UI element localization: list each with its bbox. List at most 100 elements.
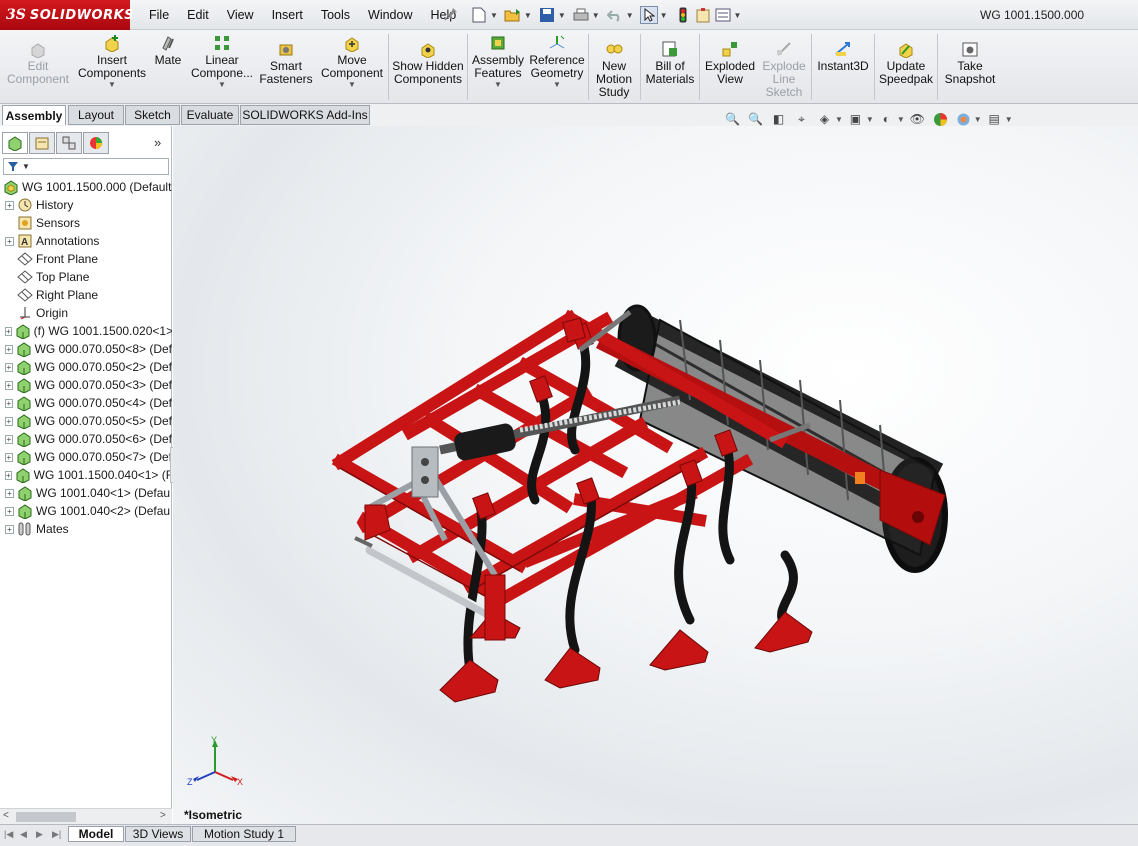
expand-icon[interactable]: + [5, 470, 12, 480]
select-dropdown-icon[interactable]: ▼ [660, 11, 668, 20]
tree-item[interactable]: + WG 000.070.050<7> (Def [0, 448, 172, 466]
pin-icon[interactable] [444, 7, 458, 21]
scroll-left-icon[interactable]: < [3, 810, 9, 821]
assembly-features-button[interactable]: Assembly Features ▼ [470, 34, 526, 89]
expand-icon[interactable]: + [5, 416, 13, 426]
tree-item[interactable]: + WG 000.070.050<4> (Def [0, 394, 172, 412]
scroll-right-icon[interactable]: > [160, 810, 166, 821]
tree-root-assembly[interactable]: WG 1001.1500.000 (Default< [0, 178, 172, 196]
move-component-dropdown-icon[interactable]: ▼ [348, 81, 356, 89]
tree-item[interactable]: + WG 1001.1500.040<1> (F [0, 466, 172, 484]
show-hidden-components-button[interactable]: Show Hidden Components [392, 40, 464, 86]
move-component-button[interactable]: Move Component ▼ [318, 34, 386, 89]
update-speedpak-button[interactable]: Update Speedpak [877, 40, 935, 86]
expand-icon[interactable]: + [5, 326, 12, 336]
insert-components-button[interactable]: Insert Components ▼ [78, 34, 146, 89]
expand-icon[interactable]: + [5, 452, 13, 462]
featuremanager-tab-icon[interactable] [2, 132, 28, 154]
apply-scene-icon[interactable] [955, 111, 972, 128]
menu-window[interactable]: Window [359, 8, 421, 22]
tree-item[interactable]: + WG 1001.040<2> (Defau [0, 502, 172, 520]
tab-3d-views[interactable]: 3D Views [125, 826, 191, 842]
previous-view-icon[interactable]: ◧ [770, 111, 787, 128]
first-tab-icon[interactable]: |◀ [4, 829, 13, 840]
last-tab-icon[interactable]: ▶| [52, 829, 61, 840]
edit-component-button[interactable]: Edit Component [6, 40, 70, 86]
tree-item[interactable]: + WG 000.070.050<6> (Def [0, 430, 172, 448]
undo-icon[interactable] [606, 6, 624, 24]
expand-icon[interactable]: + [5, 380, 13, 390]
more-tabs-icon[interactable]: » [154, 135, 161, 150]
print-dropdown-icon[interactable]: ▼ [592, 11, 600, 20]
insert-components-dropdown-icon[interactable]: ▼ [108, 81, 116, 89]
exploded-view-button[interactable]: Exploded View [702, 40, 758, 86]
dynamic-annotation-icon[interactable]: ◈ [816, 111, 833, 128]
hide-show-items-icon[interactable]: 👁 [909, 111, 926, 128]
zoom-to-area-icon[interactable]: 🔍 [747, 111, 764, 128]
open-icon[interactable] [504, 6, 522, 24]
tree-item[interactable]: + WG 000.070.050<3> (Def [0, 376, 172, 394]
display-style-icon[interactable]: ◐ [878, 111, 895, 128]
expand-icon[interactable]: + [5, 398, 13, 408]
scrollbar-thumb[interactable] [16, 812, 76, 822]
view-orientation-dropdown-icon[interactable]: ▼ [866, 115, 874, 124]
solidworks-logo[interactable]: 3S SOLIDWORKS [0, 0, 134, 30]
print-icon[interactable] [572, 6, 590, 24]
undo-dropdown-icon[interactable]: ▼ [626, 11, 634, 20]
open-dropdown-icon[interactable]: ▼ [524, 11, 532, 20]
tree-item[interactable]: + WG 1001.040<1> (Defau [0, 484, 172, 502]
tree-horizontal-scrollbar[interactable]: < > [0, 808, 172, 824]
new-icon[interactable] [470, 6, 488, 24]
cultivator-model[interactable] [173, 126, 1138, 824]
linear-component-dropdown-icon[interactable]: ▼ [218, 81, 226, 89]
previous-tab-icon[interactable]: ◀ [20, 829, 27, 840]
display-style-dropdown-icon[interactable]: ▼ [897, 115, 905, 124]
tree-item[interactable]: Right Plane [0, 286, 172, 304]
expand-icon[interactable]: + [5, 524, 14, 534]
take-snapshot-button[interactable]: Take Snapshot [940, 40, 1000, 86]
bill-of-materials-button[interactable]: Bill of Materials [643, 40, 697, 86]
reference-geometry-button[interactable]: Reference Geometry ▼ [528, 34, 586, 89]
tree-filter-icon[interactable]: ▼ [3, 158, 169, 175]
view-settings-icon[interactable]: ▤ [986, 111, 1003, 128]
options-dropdown-icon[interactable]: ▼ [734, 11, 742, 20]
tab-layout[interactable]: Layout [68, 105, 124, 125]
expand-icon[interactable]: + [5, 236, 14, 246]
expand-icon[interactable]: + [5, 506, 14, 516]
select-icon[interactable] [639, 6, 658, 24]
displaymanager-tab-icon[interactable] [83, 132, 109, 154]
expand-icon[interactable]: + [5, 344, 13, 354]
expand-icon[interactable]: + [5, 488, 14, 498]
tree-item[interactable]: + Mates [0, 520, 172, 538]
menu-insert[interactable]: Insert [263, 8, 312, 22]
view-settings-dropdown-icon[interactable]: ▼ [1005, 115, 1013, 124]
save-icon[interactable] [538, 6, 556, 24]
tab-assembly[interactable]: Assembly [2, 105, 66, 125]
tree-item[interactable]: + WG 000.070.050<8> (Def [0, 340, 172, 358]
tab-motion-study-1[interactable]: Motion Study 1 [192, 826, 296, 842]
options-icon[interactable] [714, 6, 732, 24]
tree-item[interactable]: Sensors [0, 214, 172, 232]
tree-item[interactable]: + WG 000.070.050<2> (Def [0, 358, 172, 376]
zoom-to-fit-icon[interactable]: 🔍 [724, 111, 741, 128]
tree-item[interactable]: + History [0, 196, 172, 214]
dynamic-annotation-dropdown-icon[interactable]: ▼ [835, 115, 843, 124]
section-view-icon[interactable]: ⌖ [793, 111, 810, 128]
tab-solidworks-add-ins[interactable]: SOLIDWORKS Add-Ins [240, 105, 370, 125]
apply-scene-dropdown-icon[interactable]: ▼ [974, 115, 982, 124]
menu-view[interactable]: View [218, 8, 263, 22]
file-properties-icon[interactable] [694, 6, 712, 24]
tab-sketch[interactable]: Sketch [125, 105, 180, 125]
expand-icon[interactable]: + [5, 200, 14, 210]
tree-item[interactable]: Origin [0, 304, 172, 322]
menu-edit[interactable]: Edit [178, 8, 218, 22]
new-motion-study-button[interactable]: New Motion Study [591, 40, 637, 99]
tree-item[interactable]: Top Plane [0, 268, 172, 286]
view-orientation-icon[interactable]: ▣ [847, 111, 864, 128]
tree-item[interactable]: + (f) WG 1001.1500.020<1> [0, 322, 172, 340]
tree-item[interactable]: + WG 000.070.050<5> (Def [0, 412, 172, 430]
edit-appearance-icon[interactable] [932, 111, 949, 128]
reference-geometry-dropdown-icon[interactable]: ▼ [553, 81, 561, 89]
new-dropdown-icon[interactable]: ▼ [490, 11, 498, 20]
menu-tools[interactable]: Tools [312, 8, 359, 22]
